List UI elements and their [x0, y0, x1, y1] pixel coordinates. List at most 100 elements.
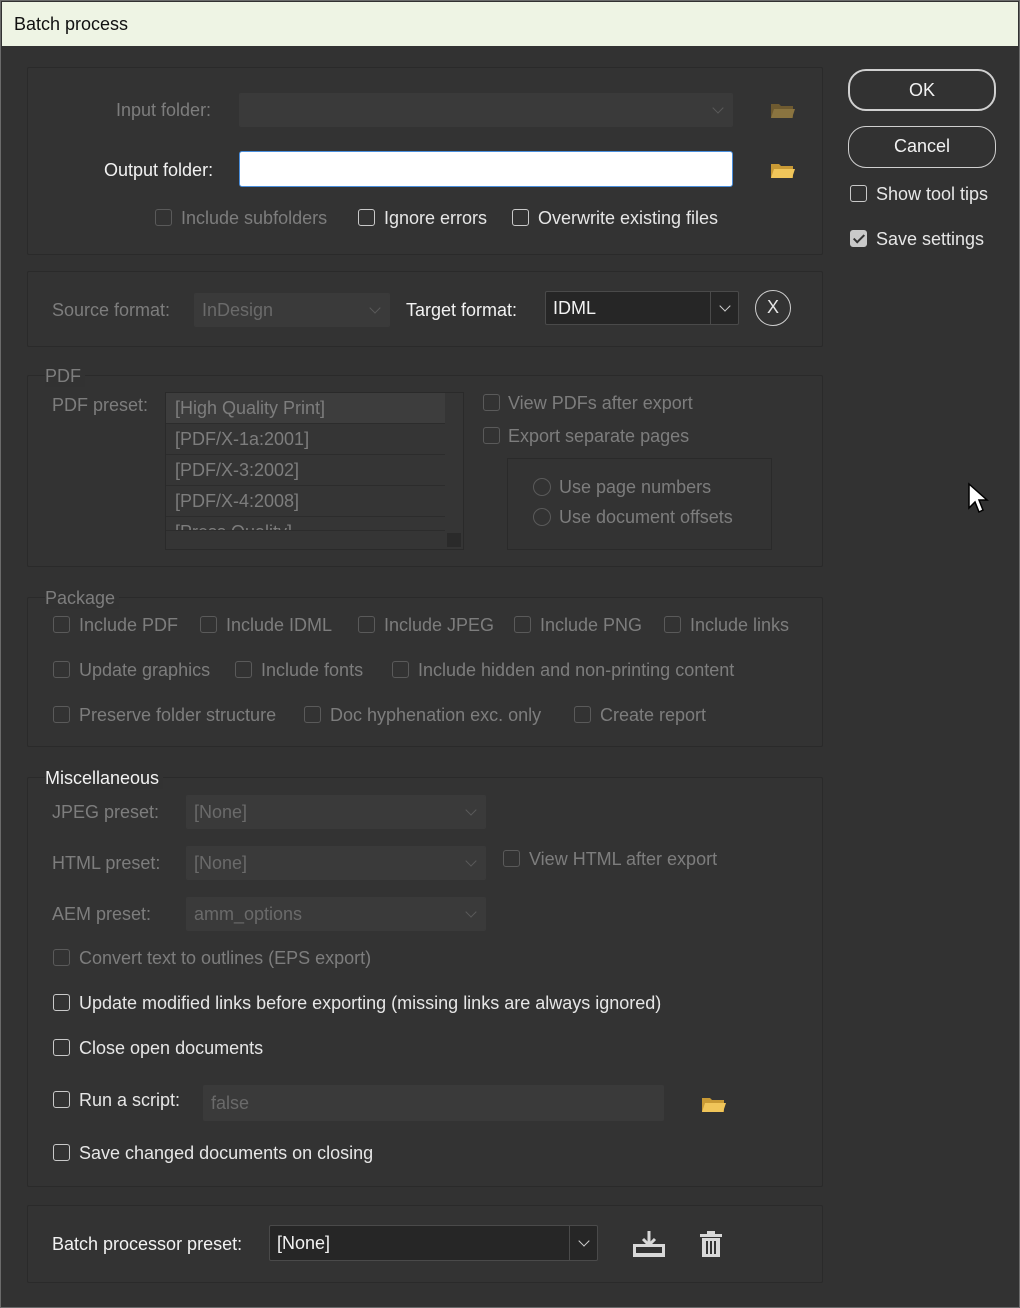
input-folder-label: Input folder: — [116, 100, 212, 120]
include-pdf-label: Include PDF — [79, 615, 179, 635]
ignore-errors-checkbox[interactable] — [358, 209, 375, 226]
update-graphics-checkbox[interactable] — [53, 661, 70, 678]
chevron-down-icon — [577, 1235, 590, 1247]
view-pdfs-label: View PDFs after export — [508, 393, 693, 413]
include-subfolders-label: Include subfolders — [181, 208, 328, 228]
aem-preset-dropdown[interactable]: amm_options — [186, 897, 486, 931]
page-numbering-group — [507, 458, 772, 550]
ignore-errors-label: Ignore errors — [384, 208, 488, 228]
include-hidden-label: Include hidden and non-printing content — [418, 660, 735, 680]
show-tool-tips-label: Show tool tips — [876, 184, 989, 204]
output-folder-label: Output folder: — [104, 160, 214, 180]
export-separate-pages-label: Export separate pages — [508, 426, 690, 446]
pdf-preset-item[interactable]: [PDF/X-4:2008] — [166, 486, 445, 517]
save-changed-label: Save changed documents on closing — [79, 1143, 374, 1163]
view-html-label: View HTML after export — [529, 849, 718, 869]
pdf-preset-item[interactable]: [High Quality Print] — [166, 393, 445, 424]
script-path-input[interactable]: false — [203, 1085, 664, 1121]
use-page-numbers-radio[interactable] — [533, 478, 551, 496]
source-format-dropdown[interactable]: InDesign — [194, 293, 390, 327]
convert-outlines-label: Convert text to outlines (EPS export) — [79, 948, 372, 968]
save-preset-icon[interactable] — [632, 1230, 666, 1258]
html-preset-dropdown[interactable]: [None] — [186, 846, 486, 880]
batch-process-dialog: Batch process Input folder: Output folde… — [0, 0, 1020, 1308]
chevron-down-icon — [369, 302, 381, 314]
input-folder-browse-icon[interactable] — [770, 100, 796, 120]
preserve-folder-label: Preserve folder structure — [79, 705, 277, 725]
export-separate-pages-checkbox[interactable] — [483, 427, 500, 444]
cancel-button[interactable]: Cancel — [848, 126, 996, 168]
pdf-preset-item[interactable]: [PDF/X-1a:2001] — [166, 424, 445, 455]
preserve-folder-checkbox[interactable] — [53, 706, 70, 723]
chevron-down-icon — [712, 102, 724, 114]
doc-hyphenation-label: Doc hyphenation exc. only — [330, 705, 542, 725]
clear-format-button[interactable]: X — [755, 290, 791, 326]
create-report-label: Create report — [600, 705, 707, 725]
update-links-checkbox[interactable] — [53, 994, 70, 1011]
close-documents-label: Close open documents — [79, 1038, 264, 1058]
include-jpeg-checkbox[interactable] — [358, 616, 375, 633]
close-documents-checkbox[interactable] — [53, 1039, 70, 1056]
include-hidden-checkbox[interactable] — [392, 661, 409, 678]
input-folder-dropdown[interactable] — [239, 93, 733, 127]
pdf-preset-item[interactable]: [Press Quality] — [166, 517, 445, 531]
batch-preset-label: Batch processor preset: — [52, 1234, 243, 1254]
include-fonts-checkbox[interactable] — [235, 661, 252, 678]
ok-button[interactable]: OK — [848, 69, 996, 111]
window-title: Batch process — [2, 2, 1018, 46]
mouse-cursor-icon — [968, 482, 989, 514]
source-format-label: Source format: — [52, 300, 171, 320]
include-idml-label: Include IDML — [226, 615, 333, 635]
pdf-section-title: PDF — [45, 365, 85, 387]
include-jpeg-label: Include JPEG — [384, 615, 495, 635]
use-document-offsets-radio[interactable] — [533, 508, 551, 526]
include-fonts-label: Include fonts — [261, 660, 364, 680]
view-html-checkbox[interactable] — [503, 850, 520, 867]
overwrite-existing-checkbox[interactable] — [512, 209, 529, 226]
package-section-title: Package — [45, 587, 120, 609]
output-folder-input[interactable] — [239, 151, 733, 187]
pdf-preset-list[interactable]: [High Quality Print] [PDF/X-1a:2001] [PD… — [165, 392, 464, 550]
save-settings-checkbox[interactable] — [850, 230, 867, 247]
target-format-label: Target format: — [406, 300, 518, 320]
update-links-label: Update modified links before exporting (… — [79, 993, 662, 1013]
html-preset-label: HTML preset: — [52, 853, 161, 873]
jpeg-preset-label: JPEG preset: — [52, 802, 160, 822]
aem-preset-label: AEM preset: — [52, 904, 152, 924]
view-pdfs-checkbox[interactable] — [483, 394, 500, 411]
use-page-numbers-label: Use page numbers — [559, 477, 712, 497]
chevron-down-icon — [465, 804, 477, 816]
include-png-label: Include PNG — [540, 615, 643, 635]
convert-outlines-checkbox[interactable] — [53, 949, 70, 966]
output-folder-browse-icon[interactable] — [770, 160, 796, 180]
update-graphics-label: Update graphics — [79, 660, 211, 680]
include-subfolders-checkbox[interactable] — [155, 209, 172, 226]
include-links-label: Include links — [690, 615, 790, 635]
save-settings-label: Save settings — [876, 229, 985, 249]
save-changed-checkbox[interactable] — [53, 1144, 70, 1161]
include-png-checkbox[interactable] — [514, 616, 531, 633]
include-links-checkbox[interactable] — [664, 616, 681, 633]
overwrite-existing-label: Overwrite existing files — [538, 208, 719, 228]
run-script-checkbox[interactable] — [53, 1091, 70, 1108]
chevron-down-icon — [718, 300, 731, 312]
include-pdf-checkbox[interactable] — [53, 616, 70, 633]
run-script-label: Run a script: — [79, 1090, 181, 1110]
create-report-checkbox[interactable] — [574, 706, 591, 723]
chevron-down-icon — [465, 906, 477, 918]
pdf-preset-label: PDF preset: — [52, 395, 149, 415]
target-format-dropdown[interactable]: IDML — [545, 291, 739, 325]
use-document-offsets-label: Use document offsets — [559, 507, 733, 527]
doc-hyphenation-checkbox[interactable] — [304, 706, 321, 723]
delete-preset-icon[interactable] — [699, 1230, 723, 1258]
chevron-down-icon — [465, 855, 477, 867]
script-browse-icon[interactable] — [701, 1094, 727, 1114]
show-tool-tips-checkbox[interactable] — [850, 185, 867, 202]
list-scrollbar-thumb[interactable] — [447, 533, 461, 547]
misc-panel — [27, 777, 823, 1187]
pdf-preset-item[interactable]: [PDF/X-3:2002] — [166, 455, 445, 486]
jpeg-preset-dropdown[interactable]: [None] — [186, 795, 486, 829]
batch-preset-dropdown[interactable]: [None] — [269, 1225, 598, 1261]
include-idml-checkbox[interactable] — [200, 616, 217, 633]
misc-section-title: Miscellaneous — [45, 767, 164, 789]
